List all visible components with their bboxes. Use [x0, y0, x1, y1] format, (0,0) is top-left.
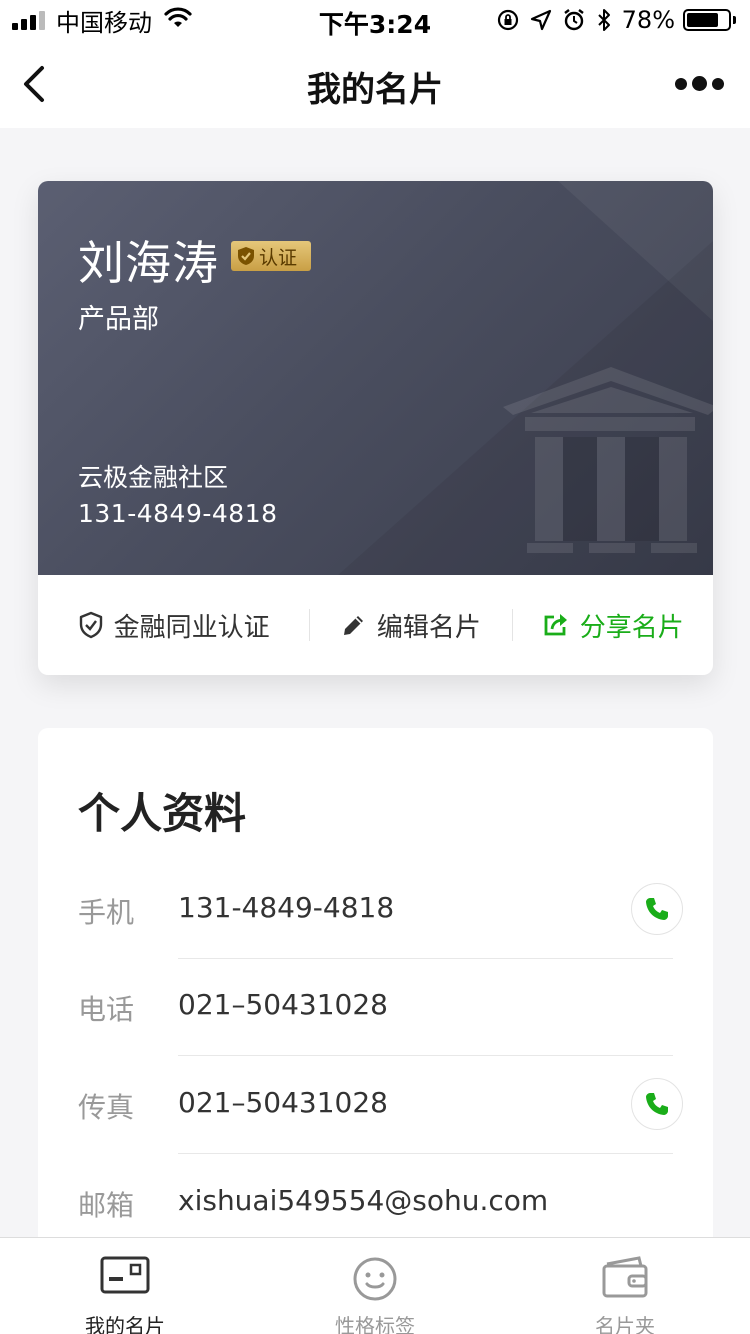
row-label: 手机 [78, 896, 135, 929]
card-icon [100, 1256, 150, 1298]
smiley-icon [352, 1256, 398, 1306]
location-icon [530, 9, 552, 31]
shield-check-icon [238, 247, 254, 265]
row-value[interactable]: 021–50431028 [178, 988, 388, 1021]
industry-verify-button[interactable]: 金融同业认证 [38, 575, 309, 675]
card-actions: 金融同业认证 编辑名片 分享名片 [38, 575, 713, 675]
page-title: 我的名片 [307, 70, 443, 110]
row-value[interactable]: xishuai549554@sohu.com [178, 1184, 548, 1217]
phone-call-button[interactable] [631, 883, 683, 935]
phone-icon [646, 1093, 668, 1115]
tab-label: 我的名片 [85, 1314, 165, 1334]
share-card-label: 分享名片 [579, 612, 684, 643]
pencil-icon [341, 612, 367, 638]
verified-label: 认证 [259, 246, 298, 269]
wallet-icon [601, 1256, 649, 1302]
profile-row-mobile: 手机 131-4849-4818 [38, 861, 713, 959]
my-card-page: 中国移动 下午3:24 78% 我的名片 刘海涛 认证 产品部 云极金融社区 1… [0, 0, 750, 1334]
edit-card-button[interactable]: 编辑名片 [310, 575, 511, 675]
profile-section: 个人资料 手机 131-4849-4818 电话 021–50431028 传真… [38, 728, 713, 1288]
profile-row-phone: 电话 021–50431028 [38, 958, 713, 1056]
verified-badge: 认证 [231, 241, 311, 271]
row-value[interactable]: 021–50431028 [178, 1086, 388, 1119]
row-value[interactable]: 131-4849-4818 [178, 891, 394, 924]
card-phone: 131-4849-4818 [78, 499, 278, 528]
card-department: 产品部 [78, 304, 159, 335]
share-card-button[interactable]: 分享名片 [513, 575, 713, 675]
tab-my-card[interactable]: 我的名片 [0, 1238, 250, 1334]
battery-level [687, 13, 719, 27]
edit-card-label: 编辑名片 [376, 612, 481, 643]
alarm-icon [562, 8, 586, 32]
tab-bar: 我的名片 性格标签 名片夹 [0, 1237, 750, 1334]
industry-verify-label: 金融同业认证 [113, 612, 270, 643]
tab-card-holder[interactable]: 名片夹 [500, 1238, 750, 1334]
business-card-panel: 刘海涛 认证 产品部 云极金融社区 131-4849-4818 金融同业认证 编… [38, 181, 713, 675]
tab-label: 性格标签 [335, 1314, 415, 1334]
tab-personality-tags[interactable]: 性格标签 [250, 1238, 500, 1334]
share-icon [542, 612, 570, 638]
battery-icon [683, 9, 736, 31]
row-label: 邮箱 [78, 1189, 135, 1222]
battery-percent: 78% [621, 6, 675, 34]
more-dots-icon[interactable] [670, 76, 724, 91]
nav-bar: 我的名片 [0, 40, 750, 128]
phone-call-button[interactable] [631, 1078, 683, 1130]
row-label: 传真 [78, 1091, 135, 1124]
card-name: 刘海涛 [78, 236, 219, 290]
phone-icon [646, 898, 668, 920]
bluetooth-icon [596, 8, 612, 32]
profile-title: 个人资料 [78, 789, 247, 838]
bank-building-icon [503, 367, 713, 553]
status-bar: 中国移动 下午3:24 78% [0, 0, 750, 40]
card-company: 云极金融社区 [78, 463, 229, 492]
tab-label: 名片夹 [595, 1314, 655, 1334]
orientation-lock-icon [496, 8, 520, 32]
shield-check-icon [78, 611, 104, 639]
business-card[interactable]: 刘海涛 认证 产品部 云极金融社区 131-4849-4818 [38, 181, 713, 575]
row-label: 电话 [78, 993, 135, 1026]
profile-row-fax: 传真 021–50431028 [38, 1056, 713, 1154]
